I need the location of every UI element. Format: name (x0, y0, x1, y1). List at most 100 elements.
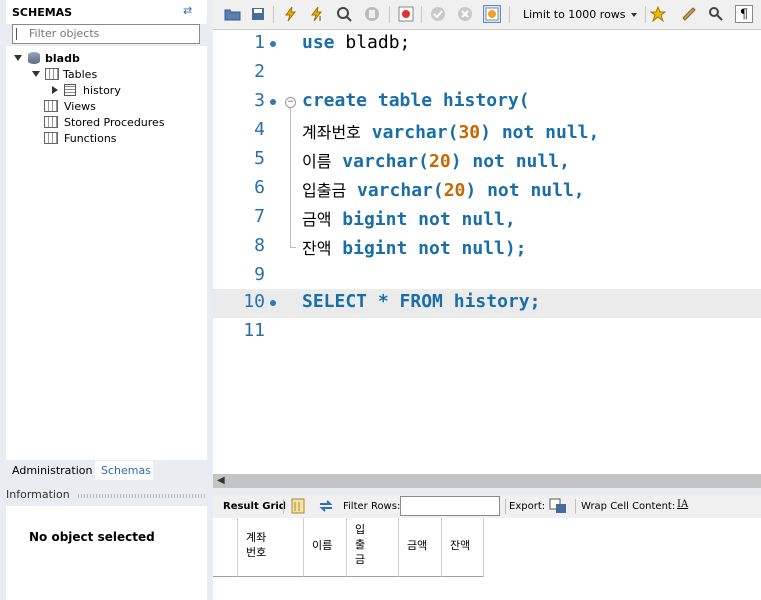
column-header[interactable]: 이름 (304, 518, 347, 577)
form-editor-icon[interactable] (291, 498, 305, 517)
tree-item-bladb[interactable]: bladb (14, 50, 80, 66)
line-number: 3 (254, 90, 265, 111)
scroll-left-icon[interactable]: ◀ (217, 475, 225, 486)
horizontal-scrollbar[interactable]: ◀ (213, 474, 761, 488)
toolbar-separator (575, 499, 576, 514)
tree-item-functions[interactable]: Functions (44, 130, 117, 146)
column-header-label: 금액 (407, 539, 428, 552)
tree-item-tables[interactable]: Tables (32, 66, 97, 82)
line-number: 4 (254, 119, 265, 140)
filter-objects-input[interactable] (29, 27, 189, 40)
functions-label: Functions (64, 131, 117, 145)
tree-item-stored-procedures[interactable]: Stored Procedures (44, 114, 165, 130)
schemas-header: SCHEMAS ⇄ (6, 0, 207, 24)
column-header[interactable]: 입 출 금 (347, 518, 399, 577)
table-icon (64, 84, 76, 96)
schema-tree: bladb Tables history Views Stored Proced… (6, 46, 207, 460)
expand-arrow-icon[interactable] (14, 55, 22, 61)
tables-label: Tables (63, 67, 98, 81)
code-line: 4 계좌번호 varchar(30) not null, (213, 117, 761, 146)
code-line: 7 금액 bigint not null, (213, 204, 761, 233)
refresh-results-icon[interactable] (318, 498, 334, 517)
code-text: create table history( (302, 90, 530, 111)
refresh-icon[interactable]: ⇄ (183, 5, 195, 17)
code-text: 계좌번호 varchar(30) not null, (302, 122, 600, 143)
column-header[interactable]: 잔액 (442, 518, 484, 577)
filter-rows-input[interactable] (400, 496, 500, 516)
beautify-icon[interactable] (680, 5, 698, 23)
autocommit-toggle-icon[interactable] (483, 5, 501, 23)
tab-administration[interactable]: Administration (6, 461, 99, 480)
add-snippet-star-icon[interactable] (649, 5, 667, 23)
code-line: 5 이름 varchar(20) not null, (213, 146, 761, 175)
rollback-icon[interactable] (456, 5, 474, 23)
line-number: 7 (254, 206, 265, 227)
statement-marker-icon (270, 99, 276, 105)
limit-rows-value: Limit to 1000 rows (523, 8, 626, 21)
toolbar-separator (273, 6, 274, 23)
chevron-down-icon (631, 13, 637, 17)
filter-icon (16, 28, 25, 40)
collapse-arrow-icon[interactable] (52, 86, 58, 94)
fold-toggle-icon[interactable]: − (285, 97, 296, 108)
column-header[interactable]: 금액 (399, 518, 442, 577)
tab-schemas[interactable]: Schemas (95, 461, 153, 480)
procedures-label: Stored Procedures (64, 115, 165, 129)
toggle-error-icon[interactable] (397, 5, 415, 23)
toolbar-separator (509, 6, 510, 23)
toolbar-separator (505, 499, 506, 514)
row-header-cell (213, 518, 238, 577)
execute-current-icon[interactable]: I (308, 5, 326, 23)
column-header[interactable]: 계좌 번호 (238, 518, 304, 577)
mysql-workbench-window: SCHEMAS ⇄ bladb Tables history (0, 0, 761, 600)
statement-marker-icon (270, 41, 276, 47)
wrap-cell-icon[interactable]: IA (677, 499, 688, 510)
open-folder-icon[interactable] (223, 5, 241, 23)
column-header-label: 이름 (312, 539, 333, 552)
filter-rows-label: Filter Rows: (343, 501, 401, 512)
invisible-chars-icon[interactable]: ¶ (735, 5, 753, 23)
navigator-panel: SCHEMAS ⇄ bladb Tables history (0, 0, 207, 600)
expand-arrow-icon[interactable] (32, 71, 40, 77)
code-line: 9 (213, 262, 761, 291)
code-line: 1 use bladb; (213, 30, 761, 59)
information-title: Information (6, 488, 70, 501)
save-icon[interactable] (249, 5, 267, 23)
result-grid-tab[interactable]: Result Grid (223, 501, 286, 512)
database-icon (28, 52, 40, 64)
find-icon[interactable] (707, 5, 725, 23)
column-header-label: 계좌 번호 (246, 531, 267, 559)
navigator-tabs: Administration Schemas (6, 460, 207, 480)
tree-item-history[interactable]: history (52, 82, 121, 98)
code-line: 2 (213, 59, 761, 88)
code-text: 이름 varchar(20) not null, (302, 151, 570, 172)
procedures-folder-icon (44, 116, 58, 128)
line-number: 11 (243, 320, 265, 341)
table-label: history (83, 83, 121, 97)
commit-icon[interactable] (429, 5, 447, 23)
no-object-label: No object selected (29, 530, 155, 544)
code-text: 금액 bigint not null, (302, 209, 516, 230)
sql-editor[interactable]: 1 use bladb; 2 3 − create table history(… (213, 30, 761, 474)
column-header-label: 입 출 금 (355, 523, 366, 566)
line-number: 2 (254, 61, 265, 82)
export-icon[interactable] (549, 498, 567, 517)
export-label: Export: (509, 501, 546, 512)
execute-icon[interactable] (281, 5, 299, 23)
limit-rows-select[interactable]: Limit to 1000 rows (518, 5, 642, 24)
stop-icon[interactable] (363, 5, 381, 23)
information-panel: No object selected (6, 506, 207, 600)
code-line-current: 10 SELECT * FROM history; (213, 289, 761, 318)
line-number: 6 (254, 177, 265, 198)
drag-handle[interactable] (78, 494, 206, 498)
tree-item-views[interactable]: Views (44, 98, 96, 114)
tables-folder-icon (45, 68, 59, 80)
result-grid: 계좌 번호 이름 입 출 금 금액 잔액 (213, 518, 761, 600)
filter-objects-field[interactable] (12, 24, 200, 44)
sql-editor-toolbar: I Limit to 1000 rows ¶ (213, 0, 761, 30)
code-line: 11 (213, 318, 761, 347)
explain-icon[interactable] (335, 5, 353, 23)
column-header-label: 잔액 (450, 539, 471, 552)
line-number: 9 (254, 264, 265, 285)
toolbar-separator (421, 6, 422, 23)
